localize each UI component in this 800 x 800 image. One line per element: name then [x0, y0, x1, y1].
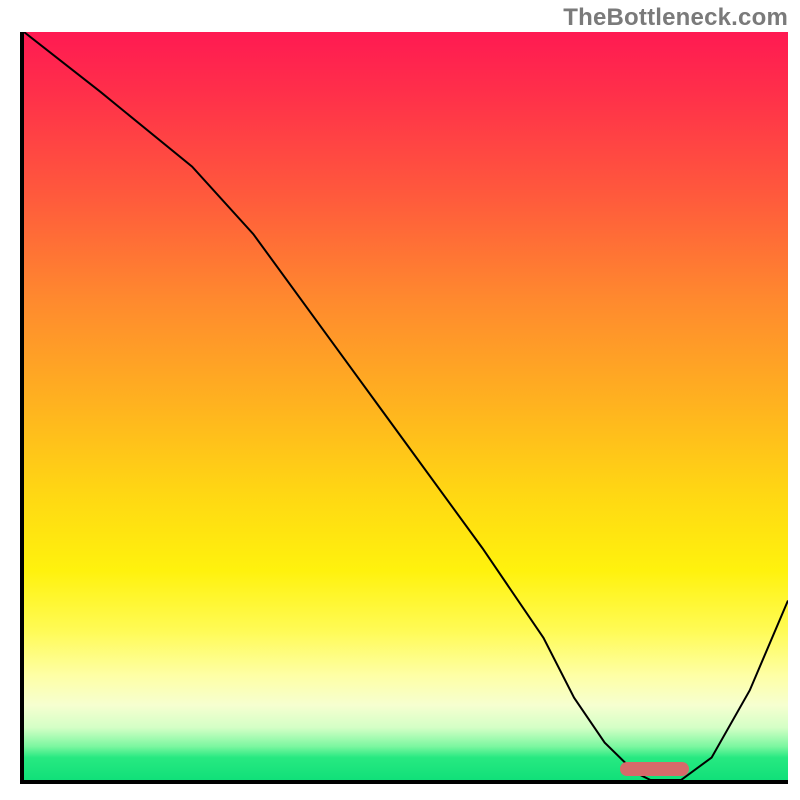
curve-path: [24, 32, 788, 780]
bottleneck-curve: [24, 32, 788, 780]
chart-plot-area: [20, 32, 788, 784]
optimal-marker: [620, 762, 689, 776]
watermark-text: TheBottleneck.com: [563, 4, 788, 32]
